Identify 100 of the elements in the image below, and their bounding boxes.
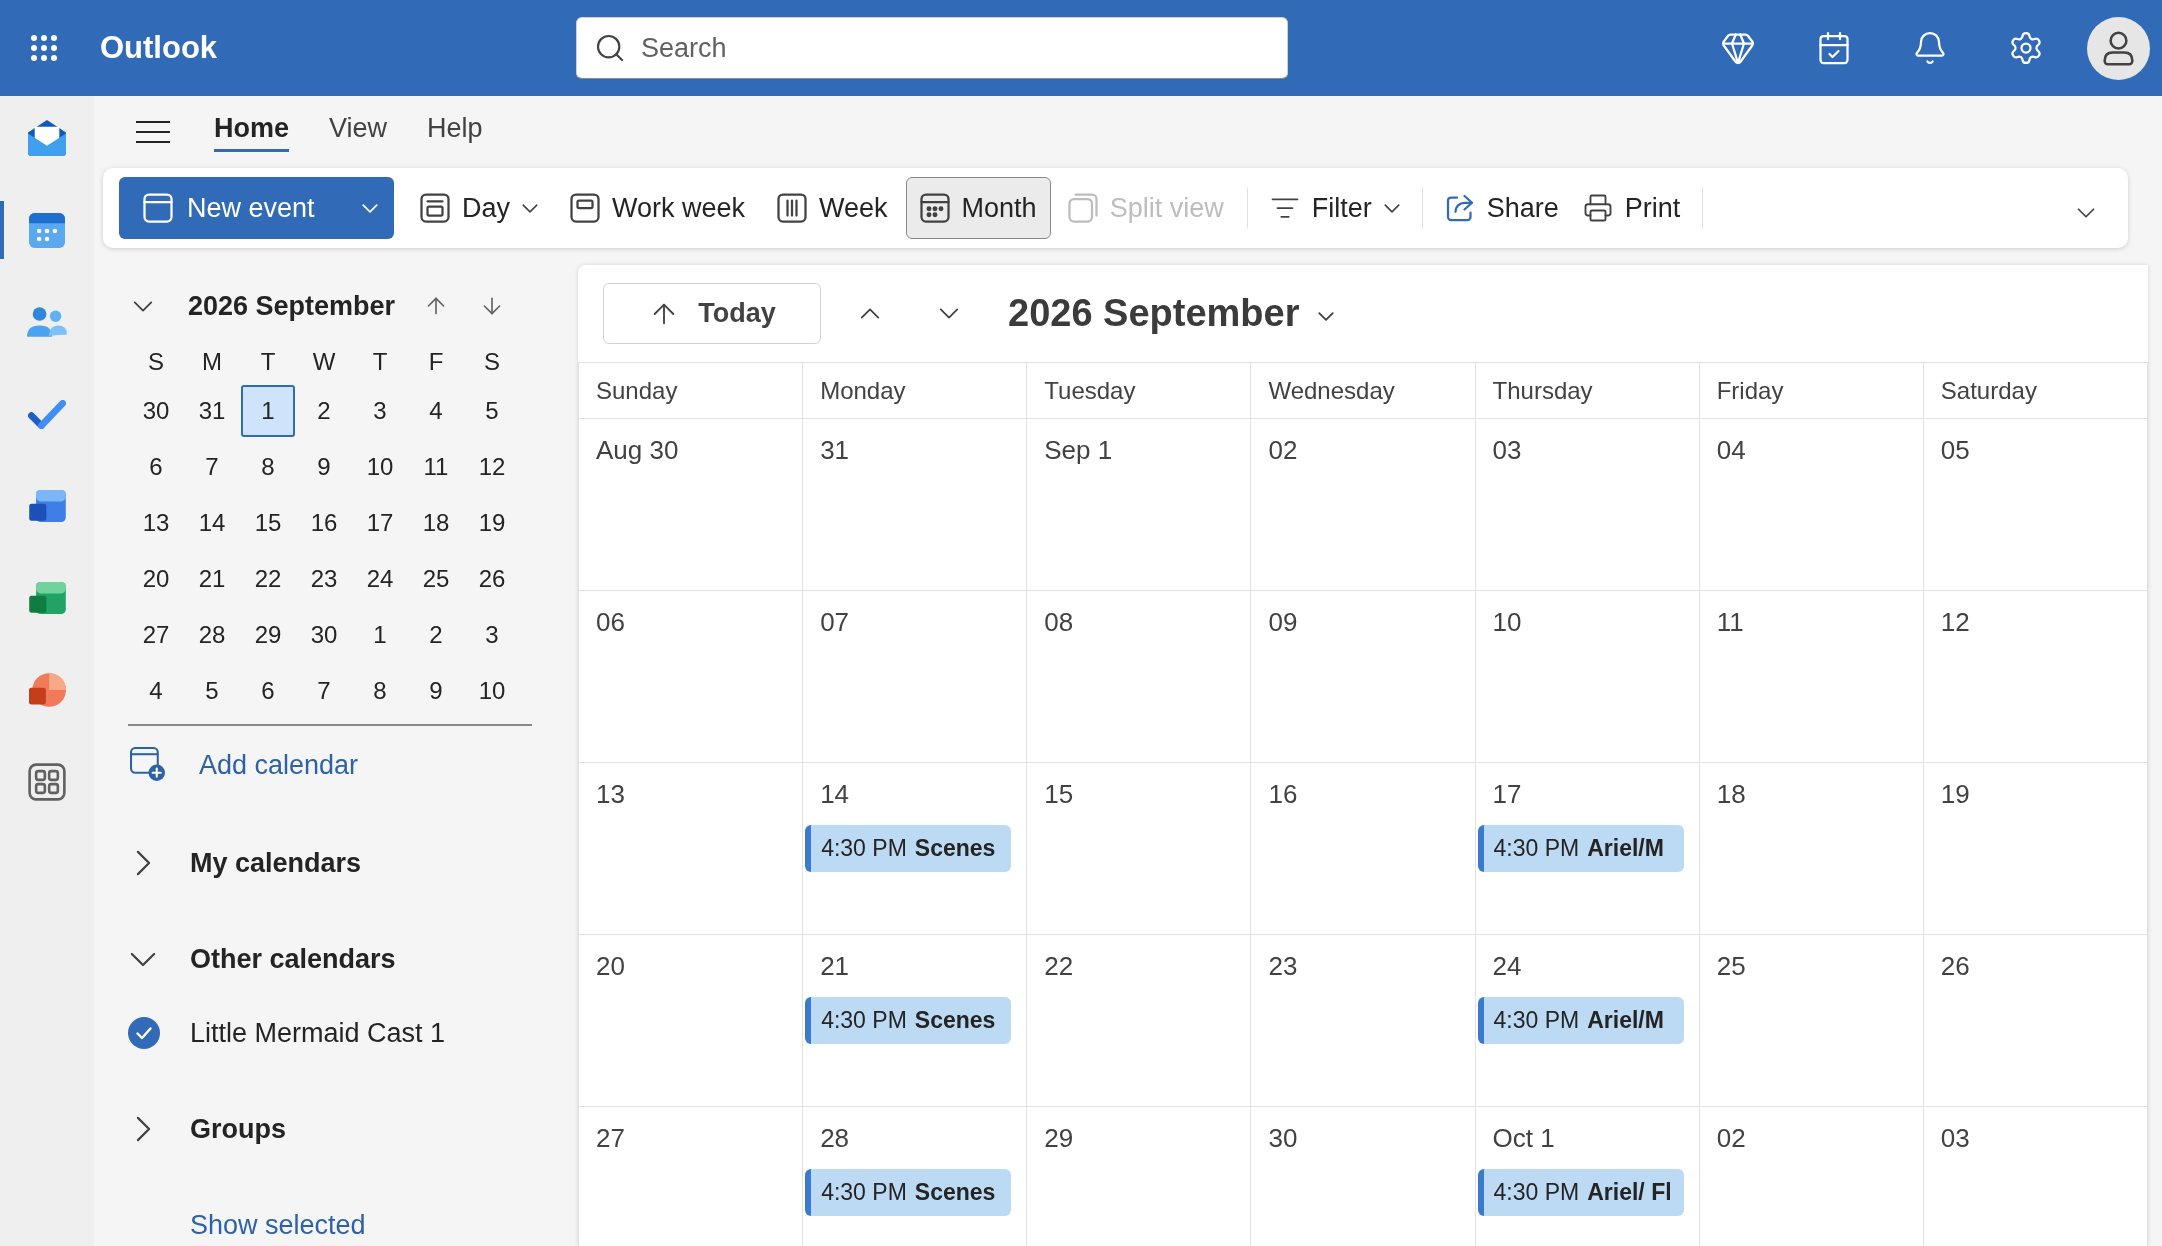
mini-calendar-day[interactable]: 5 [185, 665, 239, 717]
mini-calendar-day[interactable]: 19 [465, 497, 519, 549]
calendar-day-icon [420, 193, 450, 223]
app-name: Outlook [100, 28, 218, 67]
calendar-event[interactable]: 4:30 PM Ariel/ Fl [1477, 1169, 1684, 1216]
weekday-letter: F [428, 347, 444, 377]
share-icon [1444, 193, 1475, 223]
calendar-event[interactable]: 4:30 PM Ariel/M [1477, 997, 1684, 1044]
mini-calendar-day[interactable]: 20 [129, 553, 183, 605]
weekday-letter: M [202, 347, 222, 377]
mini-calendar-day[interactable]: 30 [129, 385, 183, 437]
mini-calendar-day[interactable]: 23 [297, 553, 351, 605]
mini-calendar-day[interactable]: 27 [129, 609, 183, 661]
mini-calendar-day[interactable]: 30 [297, 609, 351, 661]
ribbon-tab[interactable]: Home [214, 106, 289, 152]
filter-button[interactable]: Filter [1257, 177, 1412, 239]
day-number: 08 [1044, 606, 1074, 639]
mini-calendar-day[interactable]: 5 [465, 385, 519, 437]
ribbon-tab[interactable]: Help [427, 106, 483, 152]
mini-calendar-day[interactable]: 29 [241, 609, 295, 661]
mini-calendar-day[interactable]: 10 [465, 665, 519, 717]
mini-calendar-day[interactable]: 8 [353, 665, 407, 717]
day-number: 27 [596, 1122, 625, 1155]
chevron-down-icon [939, 308, 959, 319]
view-button[interactable]: Work week [556, 177, 760, 239]
mini-calendar-day[interactable]: 6 [129, 441, 183, 493]
chevron-up-icon [860, 308, 880, 319]
day-number: 02 [1268, 434, 1298, 467]
presentation-app-icon [28, 673, 66, 707]
calendar-item[interactable]: Little Mermaid Cast 1 [128, 1009, 446, 1057]
mini-calendar-day[interactable]: 10 [353, 441, 407, 493]
calendar-event[interactable]: 4:30 PM Scenes [805, 1169, 1012, 1216]
mini-calendar-day[interactable]: 11 [409, 441, 463, 493]
search-field[interactable]: Search [576, 17, 1288, 79]
mini-calendar-day[interactable]: 22 [241, 553, 295, 605]
day-number: 10 [1492, 606, 1522, 639]
calendar-work-week-icon [570, 193, 600, 223]
mini-calendar-day[interactable]: 15 [241, 497, 295, 549]
day-number: 05 [1940, 434, 1970, 467]
mini-calendar-day[interactable]: 6 [241, 665, 295, 717]
show-selected-link[interactable]: Show selected [190, 1205, 366, 1245]
day-number: 31 [820, 434, 850, 467]
menu-icon [136, 120, 170, 144]
add-calendar-link[interactable]: Add calendar [130, 741, 359, 789]
mini-calendar-day[interactable]: 25 [409, 553, 463, 605]
calendar-group-toggle[interactable]: Groups [128, 1105, 286, 1153]
calendar-event[interactable]: 4:30 PM Scenes [805, 997, 1012, 1044]
mini-calendar-day[interactable]: 16 [297, 497, 351, 549]
weekday-header: Sunday [596, 375, 678, 406]
day-number: 29 [1044, 1122, 1074, 1155]
month-picker[interactable]: 2026 September [1008, 285, 1334, 342]
mini-calendar-day[interactable]: 4 [129, 665, 183, 717]
diamond-icon [1720, 30, 1756, 66]
avatar-icon [2086, 16, 2150, 80]
day-number: 19 [1940, 778, 1970, 811]
mini-calendar-day[interactable]: 31 [185, 385, 239, 437]
mini-calendar-day[interactable]: 24 [353, 553, 407, 605]
day-number: 18 [1716, 778, 1746, 811]
weekday-letter: S [484, 347, 500, 377]
calendar-group-toggle[interactable]: Other calendars [128, 935, 396, 983]
ribbon-tab[interactable]: View [329, 106, 388, 152]
mini-calendar-day[interactable]: 3 [465, 609, 519, 661]
mini-calendar-day[interactable]: 1 [353, 609, 407, 661]
checkmark-icon [28, 399, 66, 429]
toolbar-button[interactable]: Share [1432, 177, 1571, 239]
mini-calendar-day[interactable]: 2 [409, 609, 463, 661]
calendar-event[interactable]: 4:30 PM Ariel/M [1477, 825, 1684, 872]
bell-icon [1912, 30, 1948, 66]
mini-calendar-day[interactable]: 18 [409, 497, 463, 549]
mini-calendar-day[interactable]: 21 [185, 553, 239, 605]
spreadsheet-app-icon [28, 582, 66, 614]
mini-calendar-day[interactable]: 17 [353, 497, 407, 549]
view-button[interactable]: Week [763, 177, 902, 239]
mini-calendar-day[interactable]: 8 [241, 441, 295, 493]
mini-calendar-day[interactable]: 13 [129, 497, 183, 549]
new-event-button[interactable]: New event [119, 177, 394, 239]
mini-calendar-day[interactable]: 14 [185, 497, 239, 549]
calendar-event[interactable]: 4:30 PM Scenes [805, 825, 1012, 872]
mini-calendar-day[interactable]: 9 [409, 665, 463, 717]
mini-calendar-day[interactable]: 9 [297, 441, 351, 493]
mini-calendar-day[interactable]: 12 [465, 441, 519, 493]
mini-calendar-day[interactable]: 28 [185, 609, 239, 661]
view-button[interactable]: Month [905, 177, 1051, 239]
apps-grid-icon [28, 763, 66, 801]
chevron-down-icon [133, 300, 153, 312]
caret-icon [1383, 203, 1400, 213]
calendar-icon [29, 212, 65, 248]
today-button[interactable]: Today [603, 283, 821, 344]
mini-calendar-day[interactable]: 7 [297, 665, 351, 717]
search-icon [594, 32, 626, 64]
toolbar-button[interactable]: Print [1570, 177, 1693, 239]
mini-calendar-day[interactable]: 26 [465, 553, 519, 605]
mini-calendar-day[interactable]: 3 [353, 385, 407, 437]
mini-calendar-day[interactable]: 7 [185, 441, 239, 493]
view-button[interactable]: Day [406, 177, 552, 239]
mini-calendar-day[interactable]: 4 [409, 385, 463, 437]
day-number: 12 [1940, 606, 1970, 639]
mini-calendar-day[interactable]: 2 [297, 385, 351, 437]
mini-calendar-day[interactable]: 1 [241, 385, 295, 437]
calendar-group-toggle[interactable]: My calendars [128, 839, 362, 887]
